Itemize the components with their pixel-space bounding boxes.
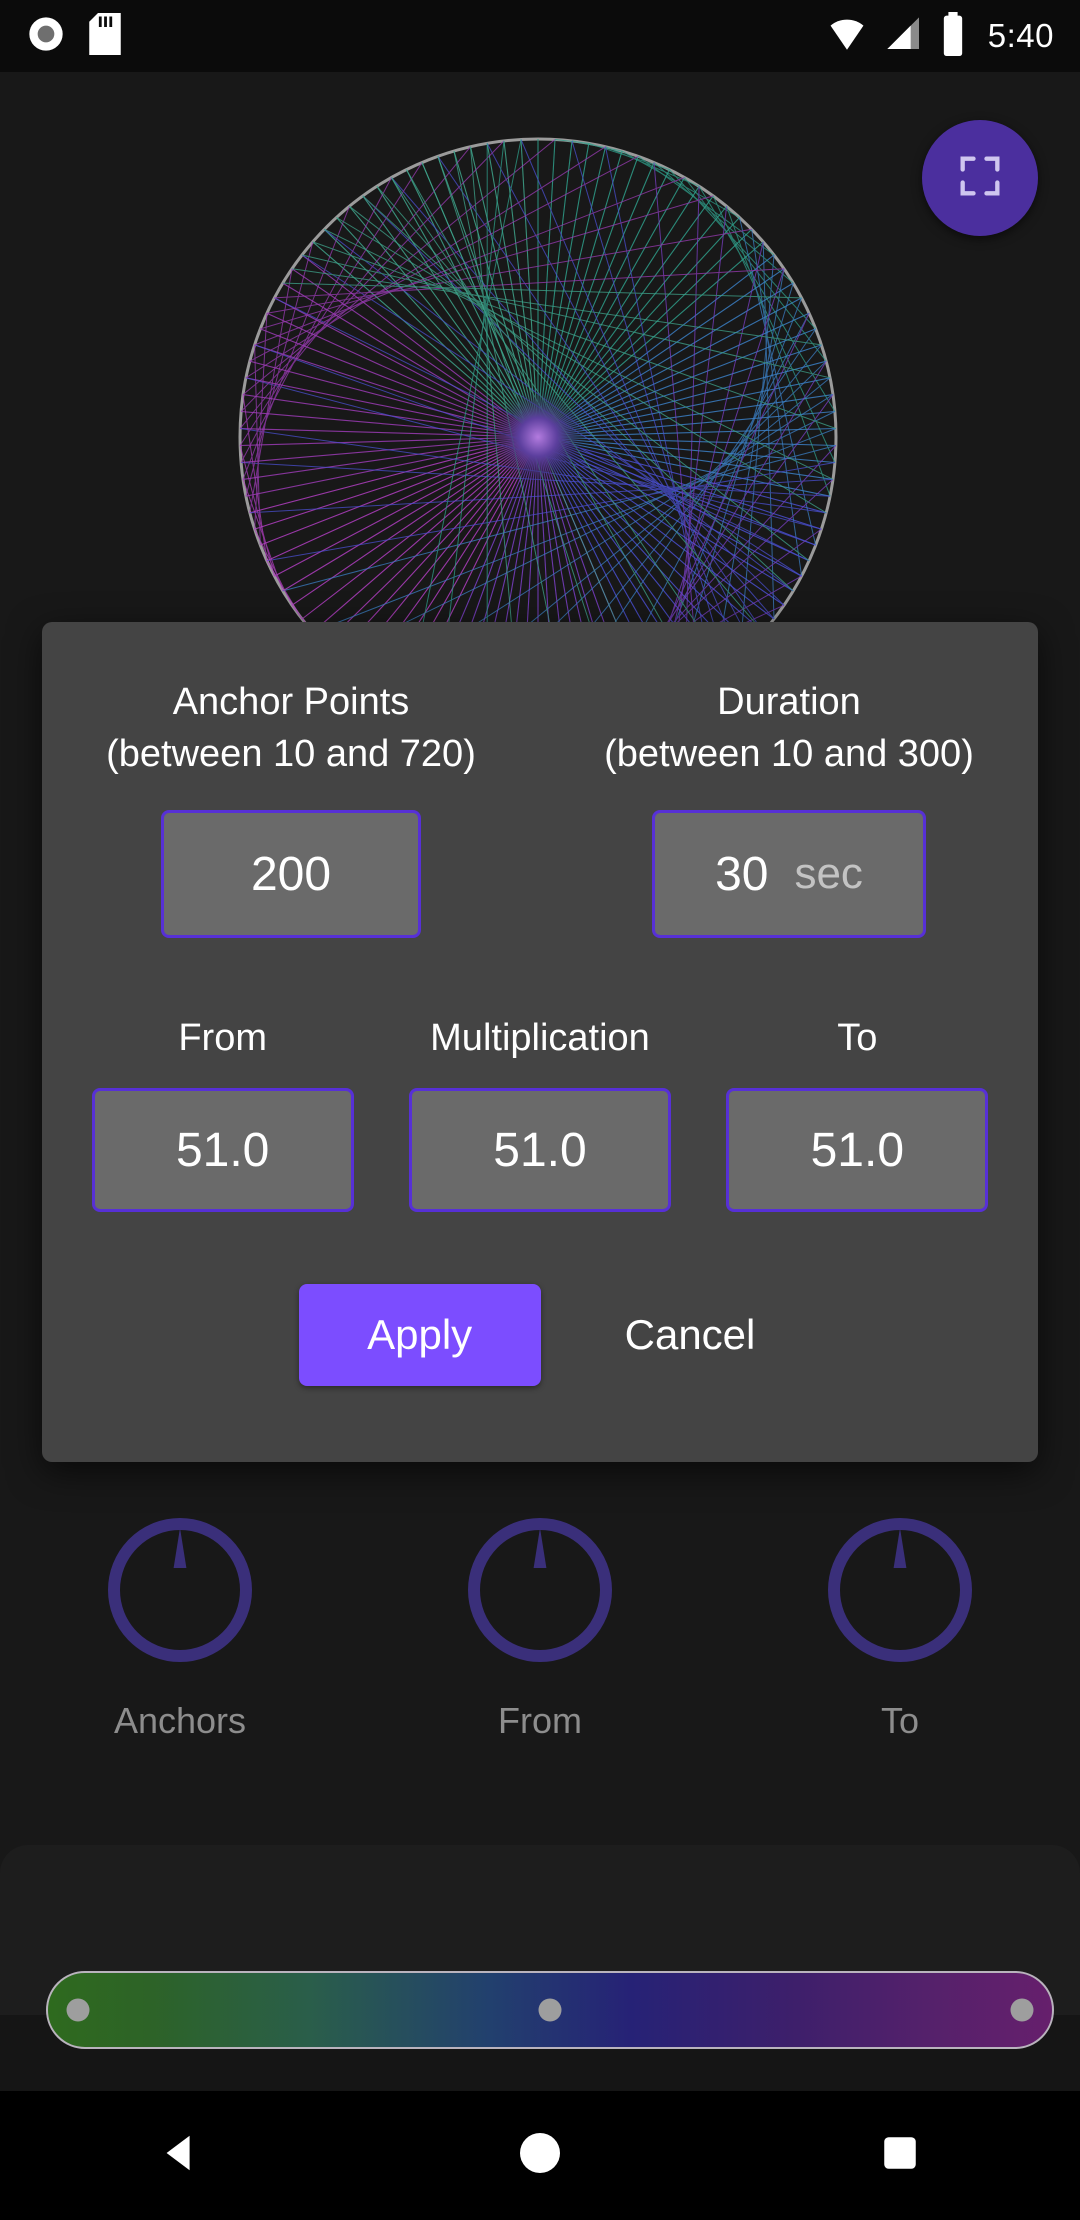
gradient-handle[interactable] <box>66 1998 90 2022</box>
cancel-button-label: Cancel <box>624 1311 756 1358</box>
nav-home-button[interactable] <box>465 2091 615 2220</box>
from-label: From <box>178 1017 267 1059</box>
android-nav-bar <box>0 2091 1080 2220</box>
duration-range: (between 10 and 300) <box>604 733 974 775</box>
multiplication-field: Multiplication 51.0 <box>381 1012 698 1212</box>
fullscreen-icon <box>954 150 1006 207</box>
anchor-points-label: Anchor Points <box>172 681 410 723</box>
to-value: 51.0 <box>810 1123 905 1177</box>
settings-dialog: Anchor Points (between 10 and 720) 200 D… <box>42 622 1038 1462</box>
nav-back-button[interactable] <box>105 2091 255 2220</box>
apply-button-label: Apply <box>367 1311 473 1358</box>
to-field: To 51.0 <box>699 1012 1016 1212</box>
to-input[interactable]: 51.0 <box>726 1088 989 1212</box>
gradient-handle[interactable] <box>538 1998 562 2022</box>
top-fields-row: Anchor Points (between 10 and 720) 200 D… <box>42 676 1038 938</box>
anchor-points-range: (between 10 and 720) <box>106 733 476 775</box>
duration-unit: sec <box>794 849 863 898</box>
anchor-points-field: Anchor Points (between 10 and 720) 200 <box>42 676 540 938</box>
gradient-handle[interactable] <box>1010 1998 1034 2022</box>
circle-home-icon <box>516 2129 564 2182</box>
knob-row: Anchors From To <box>0 1512 1080 1772</box>
to-label: To <box>837 1017 878 1059</box>
anchor-points-input[interactable]: 200 <box>161 810 421 938</box>
cancel-button[interactable]: Cancel <box>599 1284 782 1386</box>
knob-label: Anchors <box>113 1700 247 1741</box>
status-bar-clock: 5:40 <box>987 17 1054 54</box>
knob-label: From <box>498 1700 582 1741</box>
status-bar: 5:40 <box>0 0 1080 72</box>
wifi-icon <box>826 13 868 60</box>
phone-screen: 5:40 Anchors From To Anchor Points (betw… <box>0 0 1080 2220</box>
sd-card-icon <box>88 12 122 60</box>
knob-from[interactable]: From <box>410 1512 670 1742</box>
multiplication-input[interactable]: 51.0 <box>408 1088 671 1212</box>
from-value: 51.0 <box>175 1123 270 1177</box>
knob-dial-icon[interactable] <box>102 1512 258 1668</box>
knob-label: To <box>880 1700 920 1741</box>
duration-input[interactable]: 30 sec <box>652 810 926 938</box>
bottom-fields-row: From 51.0 Multiplication 51.0 To 51.0 <box>42 1012 1038 1212</box>
nav-recents-button[interactable] <box>825 2091 975 2220</box>
cell-signal-icon <box>884 13 924 60</box>
status-bar-right-icons: 5:40 <box>826 11 1054 61</box>
square-recents-icon <box>879 2132 921 2179</box>
dialog-actions: Apply Cancel <box>42 1284 1038 1386</box>
battery-icon <box>940 11 966 61</box>
from-input[interactable]: 51.0 <box>91 1088 354 1212</box>
anchor-points-value: 200 <box>250 847 332 901</box>
from-field: From 51.0 <box>64 1012 381 1212</box>
knob-dial-icon[interactable] <box>462 1512 618 1668</box>
duration-value: 30 <box>715 847 769 901</box>
triangle-back-icon <box>157 2130 203 2181</box>
multiplication-value: 51.0 <box>493 1123 587 1177</box>
duration-label: Duration <box>717 681 861 723</box>
apply-button[interactable]: Apply <box>298 1284 541 1386</box>
knob-to[interactable]: To <box>770 1512 1030 1742</box>
knob-dial-icon[interactable] <box>822 1512 978 1668</box>
duration-field: Duration (between 10 and 300) 30 sec <box>540 676 1038 938</box>
multiplication-label: Multiplication <box>430 1017 650 1059</box>
record-circle-icon <box>26 14 66 59</box>
knob-anchors[interactable]: Anchors <box>50 1512 310 1742</box>
fullscreen-button[interactable] <box>922 120 1038 236</box>
gradient-slider[interactable] <box>46 1971 1054 2049</box>
status-bar-left-icons <box>26 12 122 60</box>
